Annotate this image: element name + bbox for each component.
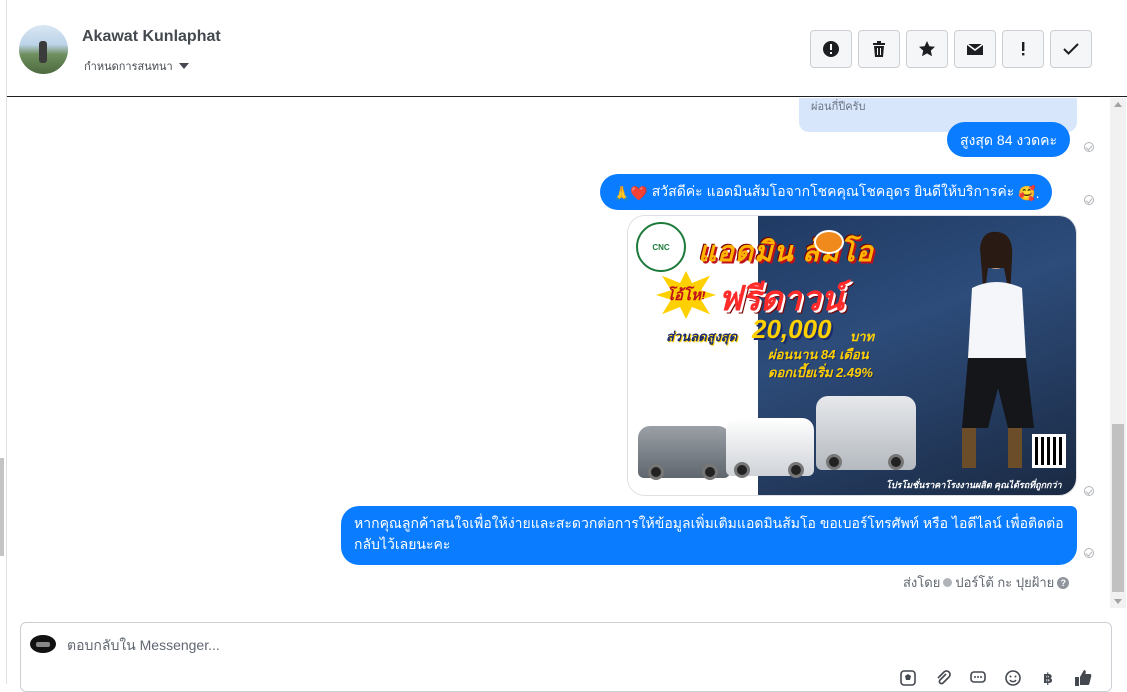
- envelope-icon: [966, 43, 984, 55]
- star-icon: [919, 41, 935, 57]
- conversation-settings-dropdown[interactable]: กำหนดการสนทนา: [84, 57, 189, 75]
- message-thread[interactable]: ผ่อนกี่ปีครับ สูงสุด 84 งวดคะ 🙏❤️ สวัสดี…: [7, 98, 1110, 608]
- inbox-conversation-panel: Akawat Kunlaphat กำหนดการสนทนา ผ่อนกี่ปี…: [6, 0, 1127, 692]
- discount-label: ส่วนลดสูงสุด: [666, 329, 738, 344]
- qr-code: [1032, 434, 1066, 468]
- sent-by-name[interactable]: ปอร์โต้ กะ ปุยฝ้าย: [955, 572, 1054, 593]
- scroll-thumb[interactable]: [1112, 424, 1124, 592]
- mark-unread-button[interactable]: [954, 30, 996, 68]
- seen-icon: [1084, 195, 1094, 205]
- sent-message-1[interactable]: สูงสุด 84 งวดคะ: [947, 122, 1071, 157]
- composer-tools: ฿: [899, 669, 1092, 687]
- sent-by-row: ส่งโดย ปอร์โต้ กะ ปุยฝ้าย ?: [903, 572, 1070, 593]
- message-composer: ฿: [20, 622, 1112, 692]
- conversation-toolbar: [810, 30, 1092, 68]
- presenter-figure: [962, 231, 1034, 468]
- contact-avatar[interactable]: [19, 25, 68, 74]
- discount-amount: 20,000: [752, 314, 832, 344]
- delete-button[interactable]: [858, 30, 900, 68]
- payment-button[interactable]: ฿: [1039, 669, 1057, 687]
- saved-replies-button[interactable]: [969, 669, 987, 687]
- like-button[interactable]: [1074, 669, 1092, 687]
- reply-input[interactable]: [67, 634, 967, 656]
- like-icon: [1075, 670, 1092, 686]
- sender-dot-icon: [943, 578, 953, 587]
- sedan-car: [638, 426, 730, 480]
- report-icon: [823, 41, 839, 57]
- logo-text: CNC: [652, 242, 670, 252]
- caret-down-icon: [178, 63, 189, 69]
- dealer-logo: CNC: [636, 222, 686, 272]
- sent-message-3[interactable]: หากคุณลูกค้าสนใจเพื่อให้ง่ายและสะดวกต่อก…: [341, 506, 1077, 565]
- trash-icon: [873, 41, 885, 57]
- scroll-down-arrow[interactable]: [1114, 599, 1122, 604]
- star-button[interactable]: [906, 30, 948, 68]
- promo-image[interactable]: CNC แอดมิน ส้มโอ โอ้โห! ฟรีดาวน์ ส่วนลดส…: [627, 215, 1077, 496]
- orange-icon: [814, 230, 844, 254]
- contact-name[interactable]: Akawat Kunlaphat: [82, 28, 221, 46]
- sent-by-label: ส่งโดย: [903, 575, 941, 590]
- attachment-button[interactable]: [934, 669, 952, 687]
- pickup-truck: [726, 418, 814, 478]
- conversation-settings-label: กำหนดการสนทนา: [84, 61, 173, 73]
- report-spam-button[interactable]: [810, 30, 852, 68]
- sticker-button[interactable]: [899, 669, 917, 687]
- cargo-truck: [816, 396, 916, 470]
- thread-scrollbar[interactable]: [1110, 98, 1126, 608]
- seen-icon: [1084, 142, 1094, 152]
- follow-up-button[interactable]: [1002, 30, 1044, 68]
- message-2-text: สวัสดีค่ะ แอดมินส้มโอจากโชคคุณโชคอุดร ยิ…: [647, 183, 1019, 199]
- smiling-hearts-emoji: 🥰.: [1018, 185, 1040, 201]
- burst-badge: โอ้โห!: [656, 271, 716, 319]
- conversation-header: Akawat Kunlaphat กำหนดการสนทนา: [7, 0, 1127, 97]
- check-icon: [1063, 43, 1079, 55]
- seen-icon: [1084, 548, 1094, 558]
- scroll-up-arrow[interactable]: [1114, 102, 1122, 107]
- mark-done-button[interactable]: [1050, 30, 1092, 68]
- sent-message-2[interactable]: 🙏❤️ สวัสดีค่ะ แอดมินส้มโอจากโชคคุณโชคอุด…: [600, 174, 1053, 210]
- exclamation-icon: [1022, 42, 1025, 56]
- page-avatar: [30, 635, 56, 653]
- rate-label: ดอกเบี้ยเริ่ม 2.49%: [768, 365, 873, 380]
- pray-heart-emoji: 🙏❤️: [613, 185, 648, 201]
- promo-title: แอดมิน ส้มโอ: [698, 236, 874, 267]
- left-panel-edge: [0, 458, 4, 556]
- avatar-figure: [39, 41, 47, 63]
- seen-icon: [1084, 486, 1094, 496]
- badge-text: โอ้โห!: [665, 287, 706, 304]
- emoji-button[interactable]: [1004, 669, 1022, 687]
- help-icon[interactable]: ?: [1057, 576, 1070, 589]
- promo-footer: โปรโมชั่นราคาโรงงานผลิต คุณได้รถที่ถูกกว…: [886, 480, 1062, 490]
